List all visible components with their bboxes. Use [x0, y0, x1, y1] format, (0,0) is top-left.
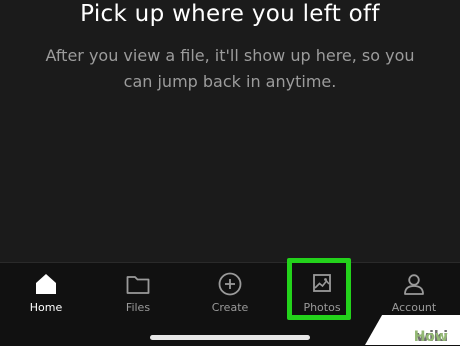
plus-circle-icon: [218, 272, 242, 296]
tab-account-label: Account: [391, 301, 437, 314]
tab-create-label: Create: [211, 301, 249, 314]
folder-icon: [126, 276, 150, 294]
tab-account[interactable]: Account: [368, 263, 460, 323]
empty-state-description: After you view a file, it'll show up her…: [45, 46, 415, 91]
photos-highlight-box: [287, 258, 351, 320]
tab-files-label: Files: [125, 301, 151, 314]
home-indicator: [150, 335, 310, 340]
watermark-how: How: [413, 329, 448, 345]
tab-files[interactable]: Files: [92, 263, 184, 323]
tab-create[interactable]: Create: [184, 263, 276, 323]
tab-home-label: Home: [29, 301, 63, 314]
tab-home[interactable]: Home: [0, 263, 92, 323]
person-icon: [404, 274, 424, 295]
empty-state-title: Pick up where you left off: [80, 1, 380, 27]
home-icon: [36, 274, 56, 294]
